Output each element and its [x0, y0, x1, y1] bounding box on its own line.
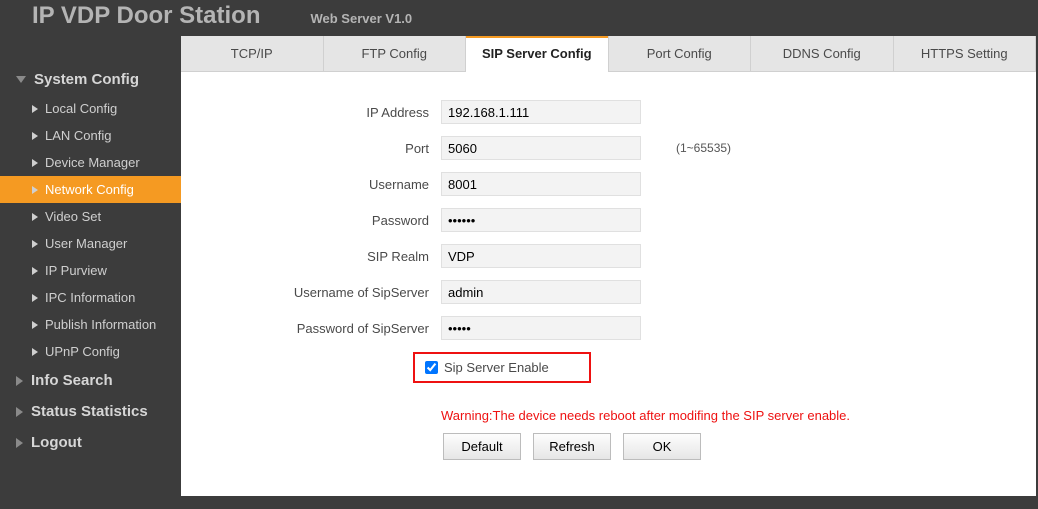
- main-panel: TCP/IP FTP Config SIP Server Config Port…: [181, 36, 1038, 496]
- ip-address-label: IP Address: [241, 105, 441, 120]
- ip-address-input[interactable]: [441, 100, 641, 124]
- sidebar-group-label: Logout: [31, 434, 82, 451]
- tab-tcpip[interactable]: TCP/IP: [181, 36, 324, 72]
- port-label: Port: [241, 141, 441, 156]
- sipserver-password-input[interactable]: [441, 316, 641, 340]
- sidebar-group-label: System Config: [34, 71, 139, 88]
- chevron-right-icon: [16, 376, 23, 386]
- sidebar-group-label: Info Search: [31, 372, 113, 389]
- sidebar-item-lan-config[interactable]: LAN Config: [0, 122, 181, 149]
- sidebar-group-logout[interactable]: Logout: [0, 427, 181, 458]
- port-hint: (1~65535): [676, 141, 731, 155]
- sidebar-item-ip-purview[interactable]: IP Purview: [0, 257, 181, 284]
- tab-ddns-config[interactable]: DDNS Config: [751, 36, 894, 72]
- sidebar-item-user-manager[interactable]: User Manager: [0, 230, 181, 257]
- sip-realm-label: SIP Realm: [241, 249, 441, 264]
- sipserver-username-input[interactable]: [441, 280, 641, 304]
- username-label: Username: [241, 177, 441, 192]
- tab-port-config[interactable]: Port Config: [609, 36, 752, 72]
- sip-server-enable-wrapper[interactable]: Sip Server Enable: [413, 352, 591, 383]
- sidebar-group-status-statistics[interactable]: Status Statistics: [0, 396, 181, 427]
- sidebar: System Config Local Config LAN Config De…: [0, 36, 181, 496]
- sipserver-password-label: Password of SipServer: [241, 321, 441, 336]
- sidebar-group-info-search[interactable]: Info Search: [0, 365, 181, 396]
- sipserver-username-label: Username of SipServer: [241, 285, 441, 300]
- sip-server-enable-checkbox[interactable]: [425, 361, 438, 374]
- username-input[interactable]: [441, 172, 641, 196]
- tab-https-setting[interactable]: HTTPS Setting: [894, 36, 1037, 72]
- sip-server-enable-label: Sip Server Enable: [444, 360, 549, 375]
- app-title: IP VDP Door Station: [32, 2, 260, 30]
- sidebar-item-publish-information[interactable]: Publish Information: [0, 311, 181, 338]
- chevron-down-icon: [16, 76, 26, 83]
- tab-bar: TCP/IP FTP Config SIP Server Config Port…: [181, 36, 1036, 72]
- refresh-button[interactable]: Refresh: [533, 433, 611, 460]
- sidebar-item-upnp-config[interactable]: UPnP Config: [0, 338, 181, 365]
- app-header: IP VDP Door Station Web Server V1.0: [0, 0, 1038, 36]
- sidebar-item-ipc-information[interactable]: IPC Information: [0, 284, 181, 311]
- sidebar-item-local-config[interactable]: Local Config: [0, 95, 181, 122]
- password-label: Password: [241, 213, 441, 228]
- port-input[interactable]: [441, 136, 641, 160]
- warning-text: Warning:The device needs reboot after mo…: [441, 408, 976, 423]
- sip-form: IP Address Port (1~65535) Username Passw…: [181, 72, 1036, 488]
- password-input[interactable]: [441, 208, 641, 232]
- sidebar-group-system-config[interactable]: System Config: [0, 64, 181, 95]
- ok-button[interactable]: OK: [623, 433, 701, 460]
- sidebar-item-video-set[interactable]: Video Set: [0, 203, 181, 230]
- chevron-right-icon: [16, 438, 23, 448]
- tab-sip-server-config[interactable]: SIP Server Config: [466, 36, 609, 72]
- app-subtitle: Web Server V1.0: [310, 11, 412, 26]
- tab-ftp-config[interactable]: FTP Config: [324, 36, 467, 72]
- sidebar-item-network-config[interactable]: Network Config: [0, 176, 181, 203]
- sip-realm-input[interactable]: [441, 244, 641, 268]
- sidebar-group-label: Status Statistics: [31, 403, 148, 420]
- footer-spacer: [0, 496, 1038, 509]
- chevron-right-icon: [16, 407, 23, 417]
- default-button[interactable]: Default: [443, 433, 521, 460]
- sidebar-item-device-manager[interactable]: Device Manager: [0, 149, 181, 176]
